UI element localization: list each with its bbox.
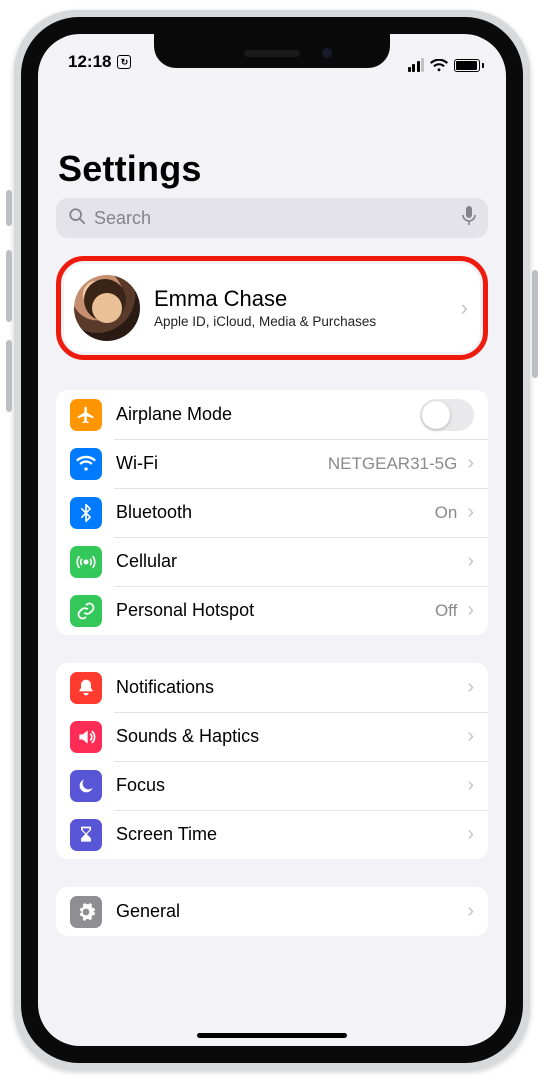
moon-icon <box>70 770 102 802</box>
row-bluetooth[interactable]: Bluetooth On › <box>56 488 488 537</box>
orientation-lock-icon: ↻ <box>117 55 131 69</box>
profile-subtitle: Apple ID, iCloud, Media & Purchases <box>154 314 455 329</box>
chevron-right-icon: › <box>461 676 474 699</box>
chevron-right-icon: › <box>461 452 474 475</box>
apple-id-row[interactable]: Emma Chase Apple ID, iCloud, Media & Pur… <box>64 264 480 352</box>
bell-icon <box>70 672 102 704</box>
row-cellular[interactable]: Cellular › <box>56 537 488 586</box>
row-label: Cellular <box>116 551 461 572</box>
row-screen-time[interactable]: Screen Time › <box>56 810 488 859</box>
chevron-right-icon: › <box>461 550 474 573</box>
row-label: General <box>116 901 461 922</box>
status-time: 12:18 <box>68 52 111 72</box>
row-label: Personal Hotspot <box>116 600 435 621</box>
search-placeholder: Search <box>94 208 454 229</box>
home-indicator[interactable] <box>197 1033 347 1038</box>
settings-group-alerts: Notifications › Sounds & Haptics › Focus… <box>56 663 488 859</box>
highlight-annotation: Emma Chase Apple ID, iCloud, Media & Pur… <box>56 256 488 360</box>
row-sounds-haptics[interactable]: Sounds & Haptics › <box>56 712 488 761</box>
row-label: Wi-Fi <box>116 453 328 474</box>
chevron-right-icon: › <box>455 295 468 321</box>
row-label: Bluetooth <box>116 502 435 523</box>
chevron-right-icon: › <box>461 599 474 622</box>
page-title: Settings <box>56 78 488 198</box>
search-icon <box>68 207 86 230</box>
profile-name: Emma Chase <box>154 287 455 311</box>
row-label: Notifications <box>116 677 461 698</box>
row-general[interactable]: General › <box>56 887 488 936</box>
battery-icon <box>454 59 484 72</box>
row-label: Screen Time <box>116 824 461 845</box>
gear-icon <box>70 896 102 928</box>
chevron-right-icon: › <box>461 823 474 846</box>
row-label: Focus <box>116 775 461 796</box>
airplane-icon <box>70 399 102 431</box>
settings-group-general: General › <box>56 887 488 936</box>
avatar <box>74 275 140 341</box>
row-airplane-mode[interactable]: Airplane Mode <box>56 390 488 439</box>
row-value: On <box>435 503 458 523</box>
row-label: Sounds & Haptics <box>116 726 461 747</box>
row-personal-hotspot[interactable]: Personal Hotspot Off › <box>56 586 488 635</box>
chevron-right-icon: › <box>461 725 474 748</box>
hourglass-icon <box>70 819 102 851</box>
cellular-icon <box>70 546 102 578</box>
device-notch <box>154 34 390 68</box>
link-icon <box>70 595 102 627</box>
search-input[interactable]: Search <box>56 198 488 238</box>
row-wifi[interactable]: Wi-Fi NETGEAR31-5G › <box>56 439 488 488</box>
wifi-settings-icon <box>70 448 102 480</box>
wifi-icon <box>430 59 448 72</box>
row-value: NETGEAR31-5G <box>328 454 457 474</box>
chevron-right-icon: › <box>461 774 474 797</box>
cellular-signal-icon <box>408 58 425 72</box>
row-label: Airplane Mode <box>116 404 420 425</box>
chevron-right-icon: › <box>461 900 474 923</box>
row-focus[interactable]: Focus › <box>56 761 488 810</box>
speaker-icon <box>70 721 102 753</box>
row-value: Off <box>435 601 457 621</box>
mic-icon[interactable] <box>462 206 476 231</box>
airplane-toggle[interactable] <box>420 399 474 431</box>
bluetooth-icon <box>70 497 102 529</box>
settings-group-connectivity: Airplane Mode Wi-Fi NETGEAR31-5G › Bluet… <box>56 390 488 635</box>
row-notifications[interactable]: Notifications › <box>56 663 488 712</box>
chevron-right-icon: › <box>461 501 474 524</box>
